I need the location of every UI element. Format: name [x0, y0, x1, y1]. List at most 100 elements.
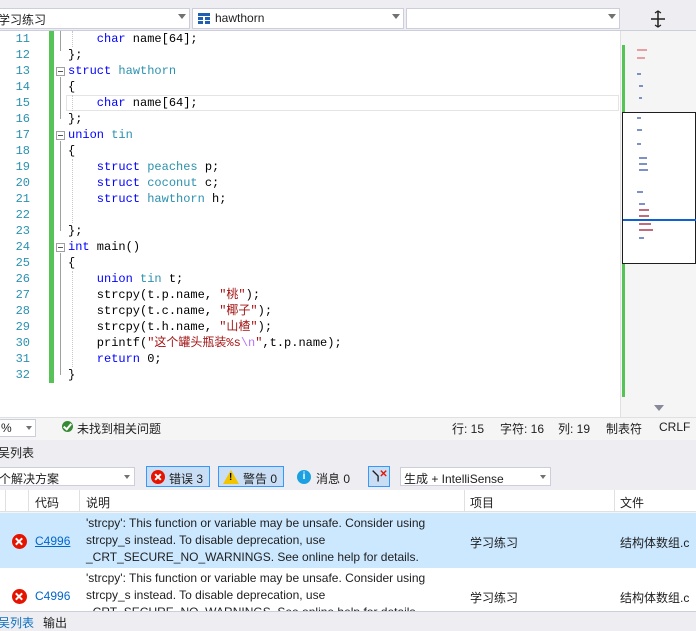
error-project: 学习练习 [470, 591, 519, 605]
line-number: 18 [15, 144, 30, 158]
tab-error-list[interactable]: 吴列表 [0, 614, 34, 631]
overview-mark [639, 209, 649, 211]
code-line: printf("这个罐头瓶装%s\n",t.p.name); [68, 336, 342, 350]
overview-mark [639, 85, 643, 87]
line-number: 29 [15, 320, 30, 334]
error-file: 结构体数组.c [620, 536, 690, 550]
bottom-tool-tabs: 吴列表 输出 [0, 611, 696, 631]
line-ending-indicator[interactable]: CRLF [659, 420, 690, 434]
overview-caret-line [623, 219, 696, 221]
overview-mark [639, 215, 649, 217]
overview-mark [639, 163, 647, 165]
error-icon [12, 589, 27, 604]
error-description: 'strcpy': This function or variable may … [86, 516, 426, 564]
overview-mark [639, 169, 648, 171]
error-file: 结构体数组.c [620, 591, 690, 605]
error-code-link[interactable]: C4996 [35, 589, 70, 603]
split-window-icon[interactable] [646, 10, 670, 28]
collapse-icon[interactable] [56, 67, 65, 76]
overview-mark [637, 73, 641, 75]
overview-mark [639, 223, 651, 225]
column-separator [79, 490, 80, 512]
line-number: 32 [15, 368, 30, 382]
code-line: }; [68, 224, 83, 238]
code-line: struct hawthorn [68, 64, 177, 78]
errors-filter-button[interactable]: 错误 3 [146, 466, 210, 487]
code-line: strcpy(t.h.name, "山楂"); [68, 320, 273, 334]
line-number: 20 [15, 176, 30, 190]
scope-dropdown[interactable]: hawthorn [192, 8, 404, 29]
error-icon [151, 470, 165, 484]
overview-mark [639, 203, 645, 205]
change-tracking-bar [49, 31, 54, 383]
code-line: union tin [68, 128, 133, 142]
column-header-file[interactable]: 文件 [620, 494, 644, 511]
scope-value: 个解决方案 [0, 472, 60, 486]
line-number-gutter: 11 12 13 14 15 16 17 18 19 20 21 22 23 2… [0, 31, 30, 417]
chevron-down-icon [178, 14, 186, 19]
error-row[interactable]: C4996 'strcpy': This function or variabl… [0, 513, 696, 568]
project-dropdown-label: 学习练习 [0, 13, 47, 27]
filter-icon[interactable] [368, 466, 390, 487]
code-editor[interactable]: 11 12 13 14 15 16 17 18 19 20 21 22 23 2… [0, 31, 620, 417]
code-line: strcpy(t.c.name, "椰子"); [68, 304, 273, 318]
fold-guide [60, 253, 61, 375]
warnings-filter-button[interactable]: 警告 0 [218, 466, 284, 487]
navigation-bar: 学习练习 hawthorn [0, 0, 696, 31]
code-overview-map[interactable] [620, 31, 696, 417]
fold-guide [60, 77, 61, 119]
chevron-down-icon [124, 475, 130, 479]
line-number: 22 [15, 208, 30, 222]
error-code-link[interactable]: C4996 [35, 534, 70, 548]
chevron-down-icon [392, 14, 400, 19]
issues-status[interactable]: 未找到相关问题 [77, 420, 161, 437]
warning-icon [223, 470, 239, 484]
chevron-down-icon [540, 475, 546, 479]
line-number: 28 [15, 304, 30, 318]
code-line: }; [68, 48, 83, 62]
fold-guide [60, 141, 61, 231]
column-header-description[interactable]: 说明 [86, 494, 110, 511]
error-grid-header: 代码 说明 项目 文件 [0, 490, 696, 512]
column-separator [464, 490, 465, 512]
code-line: { [68, 144, 76, 158]
line-number: 12 [15, 48, 30, 62]
solution-scope-dropdown[interactable]: 个解决方案 [0, 467, 135, 486]
error-row[interactable]: C4996 'strcpy': This function or variabl… [0, 568, 696, 611]
overview-mark [637, 49, 647, 51]
overview-mark [637, 191, 643, 193]
build-source-dropdown[interactable]: 生成 + IntelliSense [400, 467, 551, 486]
scroll-down-arrow-icon[interactable] [654, 405, 664, 411]
build-source-value: 生成 + IntelliSense [404, 472, 504, 486]
code-line: { [68, 80, 76, 94]
line-number: 23 [15, 224, 30, 238]
char-indicator: 字符: 16 [500, 422, 545, 436]
column-separator [28, 490, 29, 512]
code-line: }; [68, 112, 83, 126]
project-dropdown[interactable]: 学习练习 [0, 8, 190, 29]
code-line: } [68, 368, 76, 382]
column-separator [5, 490, 6, 512]
zoom-dropdown[interactable]: % [0, 419, 36, 437]
line-number: 17 [15, 128, 30, 142]
messages-filter-button[interactable]: i 消息 0 [292, 466, 356, 487]
error-project: 学习练习 [470, 536, 519, 550]
tab-output[interactable]: 输出 [43, 614, 67, 631]
code-line: char name[64]; [68, 96, 198, 110]
line-number: 30 [15, 336, 30, 350]
collapse-icon[interactable] [56, 131, 65, 140]
column-header-code[interactable]: 代码 [35, 494, 59, 511]
column-header-project[interactable]: 项目 [470, 494, 494, 511]
tabs-indicator[interactable]: 制表符 [606, 420, 642, 437]
panel-title: 吴列表 [0, 446, 35, 460]
collapse-icon[interactable] [56, 243, 65, 252]
editor-status-bar: % 未找到相关问题 行: 15 字符: 16 列: 19 制表符 CRLF [0, 417, 696, 440]
code-line: int main() [68, 240, 141, 254]
scope-dropdown-label: hawthorn [215, 11, 265, 25]
code-line: struct hawthorn h; [68, 192, 227, 206]
errors-filter-label: 错误 3 [169, 472, 204, 486]
struct-icon [198, 13, 210, 24]
code-line: strcpy(t.p.name, "桃"); [68, 288, 261, 302]
overview-viewport[interactable] [622, 112, 696, 264]
member-dropdown[interactable] [406, 8, 620, 29]
